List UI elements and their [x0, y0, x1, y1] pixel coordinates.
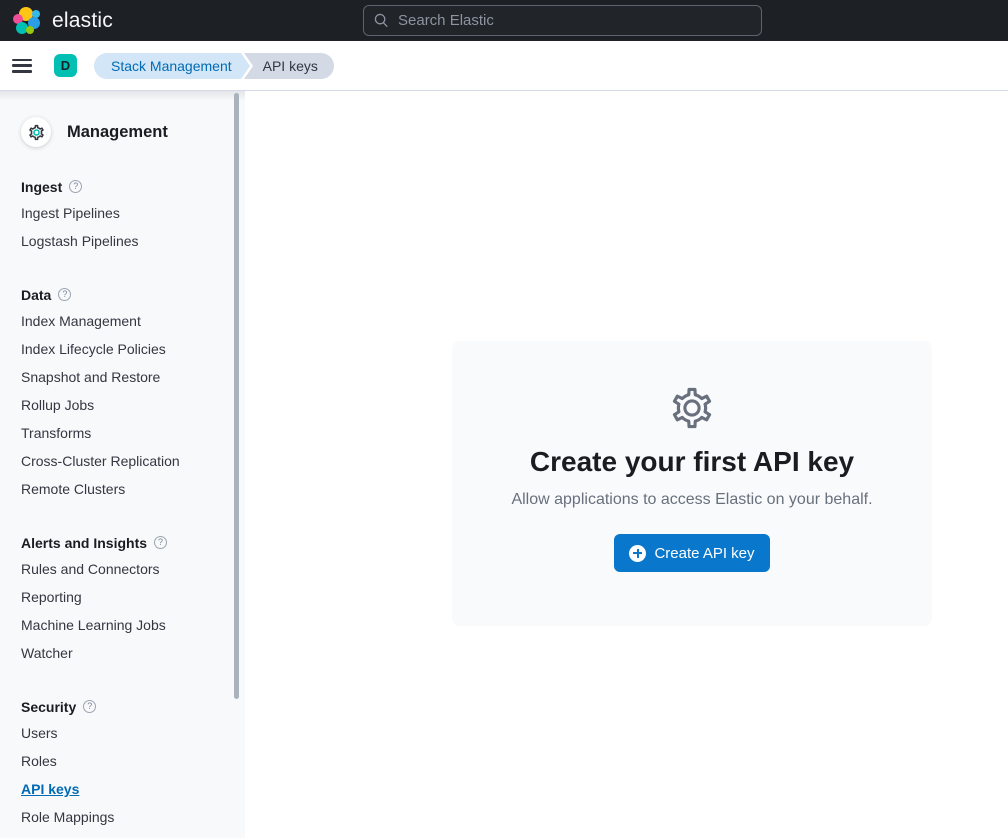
breadcrumb-header-row: D Stack Management API keys [0, 41, 1008, 91]
space-avatar[interactable]: D [54, 54, 77, 77]
sidebar-item-remote-clusters[interactable]: Remote Clusters [21, 475, 245, 503]
breadcrumb-stack-management[interactable]: Stack Management [94, 53, 241, 79]
search-input[interactable] [398, 12, 751, 29]
sidebar-header: Management [21, 117, 245, 147]
create-api-key-button-label: Create API key [654, 545, 754, 562]
sidebar-item-cross-cluster-replication[interactable]: Cross-Cluster Replication [21, 447, 245, 475]
sidebar-item-ingest-pipelines[interactable]: Ingest Pipelines [21, 199, 245, 227]
breadcrumb: Stack Management API keys [94, 53, 334, 79]
section-title-alerts-and-insights: Alerts and Insights [21, 535, 147, 551]
sidebar-item-index-lifecycle-policies[interactable]: Index Lifecycle Policies [21, 335, 245, 363]
sidebar-item-role-mappings[interactable]: Role Mappings [21, 803, 245, 831]
sidebar-title: Management [67, 123, 168, 142]
sidebar-item-rules-and-connectors[interactable]: Rules and Connectors [21, 555, 245, 583]
sidebar-item-roles[interactable]: Roles [21, 747, 245, 775]
create-api-key-button[interactable]: Create API key [614, 534, 769, 572]
sidebar-item-snapshot-and-restore[interactable]: Snapshot and Restore [21, 363, 245, 391]
hamburger-icon [12, 59, 32, 73]
elastic-logo-icon [13, 7, 41, 35]
empty-state-title: Create your first API key [530, 445, 854, 479]
sidebar-item-machine-learning-jobs[interactable]: Machine Learning Jobs [21, 611, 245, 639]
sidebar-item-logstash-pipelines[interactable]: Logstash Pipelines [21, 227, 245, 255]
api-keys-empty-state-panel: Create your first API key Allow applicat… [452, 341, 932, 626]
sidebar-item-api-keys[interactable]: API keys [21, 775, 245, 803]
help-icon[interactable]: ? [58, 288, 71, 301]
breadcrumb-api-keys: API keys [244, 53, 334, 79]
sidebar-section-data: Data ? Index Management Index Lifecycle … [21, 284, 245, 503]
sidebar-item-watcher[interactable]: Watcher [21, 639, 245, 667]
management-gear-icon [21, 117, 51, 147]
menu-button[interactable] [0, 41, 44, 90]
sidebar-scrollbar[interactable] [234, 93, 239, 699]
gear-icon [669, 385, 715, 431]
help-icon[interactable]: ? [154, 536, 167, 549]
help-icon[interactable]: ? [69, 180, 82, 193]
brand-text: elastic [52, 9, 113, 33]
management-sidebar: Management Ingest ? Ingest Pipelines Log… [0, 91, 245, 838]
top-navigation-bar: elastic [0, 0, 1008, 41]
section-title-security: Security [21, 699, 76, 715]
sidebar-item-rollup-jobs[interactable]: Rollup Jobs [21, 391, 245, 419]
sidebar-section-ingest: Ingest ? Ingest Pipelines Logstash Pipel… [21, 176, 245, 255]
global-search[interactable] [363, 5, 762, 36]
sidebar-item-transforms[interactable]: Transforms [21, 419, 245, 447]
sidebar-section-security: Security ? Users Roles API keys Role Map… [21, 696, 245, 831]
section-title-data: Data [21, 287, 51, 303]
elastic-brand[interactable]: elastic [0, 7, 113, 35]
search-icon [374, 13, 389, 28]
sidebar-item-users[interactable]: Users [21, 719, 245, 747]
main-content: Create your first API key Allow applicat… [245, 91, 1008, 838]
empty-state-description: Allow applications to access Elastic on … [511, 488, 872, 512]
sidebar-item-reporting[interactable]: Reporting [21, 583, 245, 611]
help-icon[interactable]: ? [83, 700, 96, 713]
sidebar-section-alerts-and-insights: Alerts and Insights ? Rules and Connecto… [21, 532, 245, 667]
plus-in-circle-icon [629, 545, 646, 562]
section-title-ingest: Ingest [21, 179, 62, 195]
sidebar-item-index-management[interactable]: Index Management [21, 307, 245, 335]
